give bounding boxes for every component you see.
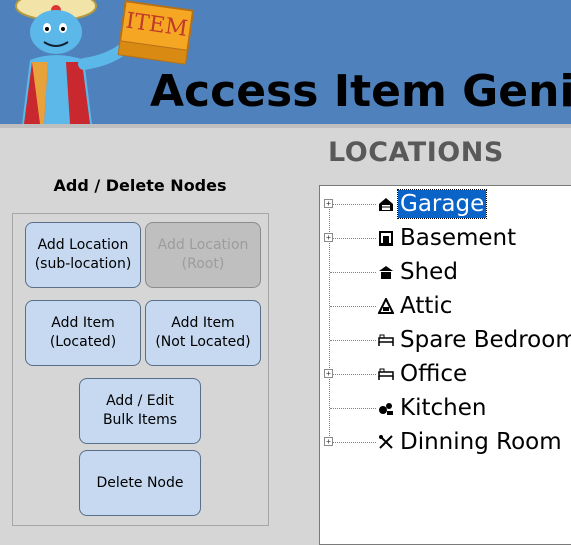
tree-node-label[interactable]: Shed: [398, 258, 460, 286]
tree-node-label[interactable]: Spare Bedroom: [398, 326, 571, 354]
tree-node[interactable]: Attic: [320, 291, 571, 321]
tree-node[interactable]: Spare Bedroom: [320, 325, 571, 355]
kitchen-icon: [379, 403, 393, 415]
banner-divider: [0, 124, 571, 128]
tree-node[interactable]: + Dinning Room: [320, 427, 571, 457]
add-edit-bulk-items-button[interactable]: Add / Edit Bulk Items: [79, 378, 201, 444]
basement-icon: [379, 231, 393, 246]
tree-connector: [330, 238, 376, 239]
locations-heading: LOCATIONS: [328, 137, 504, 168]
tree-connector: [330, 204, 376, 205]
utensils-icon: [379, 435, 393, 449]
tree-node[interactable]: + Garage: [320, 189, 571, 219]
add-location-root-button[interactable]: Add Location (Root): [145, 222, 261, 288]
shed-icon: [379, 266, 393, 279]
bed-icon: [378, 334, 394, 346]
expand-icon[interactable]: +: [324, 369, 333, 378]
tree-connector: [330, 408, 376, 409]
tree-connector: [330, 442, 376, 443]
tree-node[interactable]: + Basement: [320, 223, 571, 253]
tree-connector: [330, 272, 376, 273]
add-location-sub-button[interactable]: Add Location (sub-location): [25, 222, 141, 288]
app-title: Access Item Genie: [150, 66, 571, 117]
tree-connector: [330, 340, 376, 341]
delete-node-button[interactable]: Delete Node: [79, 450, 201, 516]
expand-icon[interactable]: +: [324, 437, 333, 446]
tree-connector: [330, 306, 376, 307]
tree-node-label[interactable]: Dinning Room: [398, 428, 564, 456]
tree-node-label[interactable]: Garage: [396, 189, 488, 219]
tree-node-label[interactable]: Attic: [398, 292, 454, 320]
tree-node-label[interactable]: Kitchen: [398, 394, 488, 422]
add-item-not-located-button[interactable]: Add Item (Not Located): [145, 300, 261, 366]
tree-node[interactable]: Shed: [320, 257, 571, 287]
expand-icon[interactable]: +: [324, 233, 333, 242]
bed-icon: [378, 368, 394, 380]
tree-node[interactable]: Kitchen: [320, 393, 571, 423]
tree-node-label[interactable]: Basement: [398, 224, 518, 252]
attic-icon: [378, 298, 394, 314]
add-item-located-button[interactable]: Add Item (Located): [25, 300, 141, 366]
nodes-panel-heading: Add / Delete Nodes: [53, 176, 227, 195]
expand-icon[interactable]: +: [324, 199, 333, 208]
tree-node[interactable]: + Office: [320, 359, 571, 389]
garage-icon: [379, 198, 393, 211]
locations-tree[interactable]: + Garage + Basement Shed Attic Spare Bedroom + O…: [319, 185, 571, 545]
tree-node-label[interactable]: Office: [398, 360, 469, 388]
app-banner: ITEM Access Item Genie: [0, 0, 571, 124]
nodes-panel: Add Location (sub-location) Add Location…: [12, 213, 269, 526]
tree-connector: [330, 374, 376, 375]
